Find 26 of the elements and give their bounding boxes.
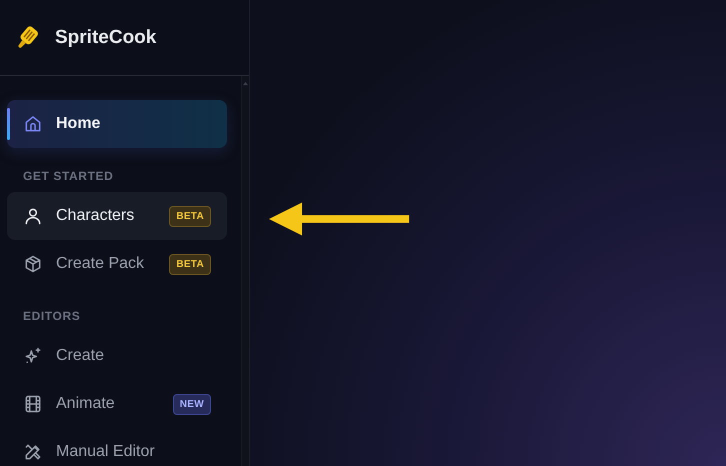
app-title: SpriteCook [55,26,156,48]
home-icon [23,114,43,134]
nav-item[interactable]: Create Pack BETA [7,240,227,288]
scrollbar[interactable] [241,76,249,466]
badge: NEW [172,394,211,414]
badge: BETA [169,254,211,274]
tools-icon [23,442,43,462]
nav-label: Characters [56,207,136,225]
nav-label: Create [56,347,106,365]
nav-label: Animate [56,395,116,413]
nav-item[interactable]: Home [7,100,227,148]
nav-label: Home [56,115,102,133]
person-icon [23,206,43,226]
nav-label: Manual Editor [56,443,156,461]
nav-item[interactable]: Manual Editor [7,428,227,466]
scroll-up-icon[interactable] [242,81,249,86]
box-icon [23,254,43,274]
nav-item[interactable]: Characters BETA [7,192,227,240]
nav-label: Create Pack [56,255,146,273]
sparkle-icon [23,346,43,366]
nav-item[interactable]: Animate NEW [7,380,227,428]
section-heading: GET STARTED [23,169,114,183]
section-heading: EDITORS [23,309,80,323]
nav-item[interactable]: Create [7,332,227,380]
film-icon [23,394,43,414]
badge: BETA [169,206,211,226]
